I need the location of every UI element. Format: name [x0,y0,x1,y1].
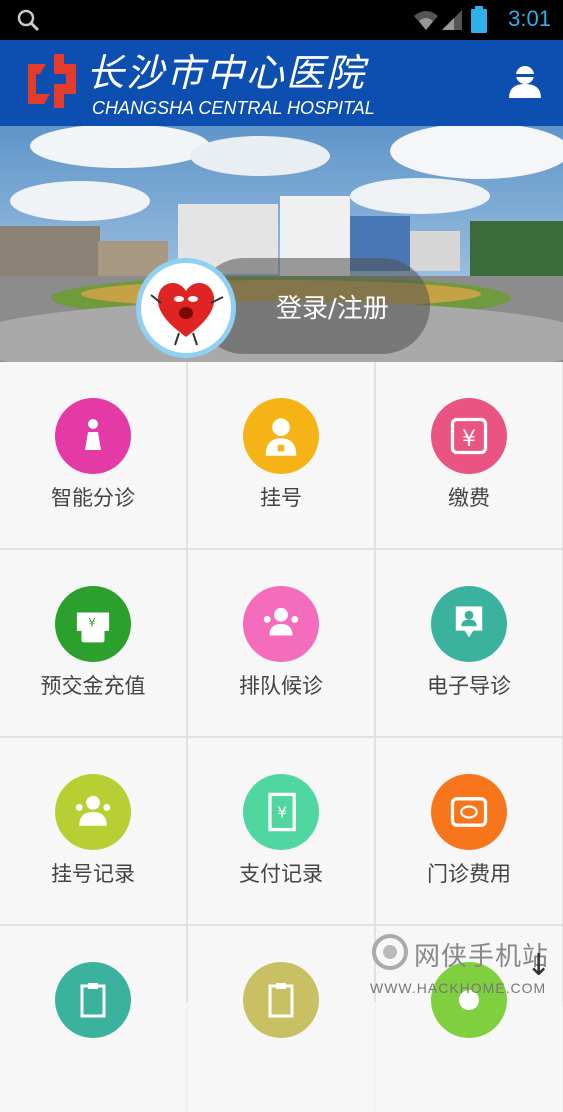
card-icon [431,774,507,850]
user-profile-icon[interactable] [507,64,543,100]
menu-item[interactable]: 电子导诊 [376,550,562,736]
wallet-icon: ¥ [55,586,131,662]
login-register-label: 登录/注册 [276,294,389,324]
menu-grid: 智能分诊 挂号 ¥ 缴费 ¥ 预交金充值 排队候诊 电子导诊挂号记录 ¥ 支付记录 门诊费用 [0,362,563,1112]
menu-item[interactable]: 挂号 [188,362,374,548]
scroll-down-arrow-icon[interactable]: ↓ [526,948,551,983]
clipboard-icon [243,962,319,1038]
people-icon [55,774,131,850]
woman-icon [55,398,131,474]
doctor-icon [243,398,319,474]
status-bar: 3:01 [0,0,563,40]
menu-item[interactable]: ¥ 支付记录 [188,738,374,924]
battery-icon [471,6,487,33]
menu-item-label: 排队候诊 [239,674,323,698]
menu-item[interactable]: 门诊费用 [376,738,562,924]
location-guide-icon [431,586,507,662]
heart-mascot-icon [150,282,224,346]
avatar [136,258,236,358]
menu-item-label: 电子导诊 [427,674,511,698]
svg-text:¥: ¥ [462,427,476,452]
menu-item[interactable]: 排队候诊 [188,550,374,736]
menu-item-label: 门诊费用 [427,862,511,886]
menu-item-label: 缴费 [448,486,490,510]
menu-item[interactable]: ¥ 缴费 [376,362,562,548]
login-register-button[interactable]: 登录/注册 [136,258,430,358]
search-icon[interactable] [16,8,40,32]
wifi-icon [414,11,438,30]
queue-icon [243,586,319,662]
hospital-name-cn: 长沙市中心医院 [86,51,367,95]
menu-item[interactable]: ¥ 预交金充值 [0,550,186,736]
hospital-logo-icon [28,54,76,108]
watermark-url: WWW.HACKHOME.COM [370,980,547,996]
menu-item[interactable] [188,926,374,1112]
menu-item-label: 挂号 [260,486,302,510]
app-header: 长沙市中心医院 CHANGSHA CENTRAL HOSPITAL [0,40,563,126]
menu-item-label: 挂号记录 [51,862,135,886]
menu-item-label: 预交金充值 [40,674,146,698]
signal-icon [442,10,462,30]
menu-item-label: 智能分诊 [51,486,135,510]
watermark-logo-icon [372,934,408,970]
yen-icon: ¥ [431,398,507,474]
clock-time: 3:01 [508,6,551,31]
svg-text:¥: ¥ [277,804,287,822]
menu-item-label: 支付记录 [239,862,323,886]
receipt-icon: ¥ [243,774,319,850]
hospital-name-en: CHANGSHA CENTRAL HOSPITAL [92,98,375,118]
clipboard-icon [55,962,131,1038]
menu-item[interactable]: 智能分诊 [0,362,186,548]
menu-item[interactable] [0,926,186,1112]
svg-text:¥: ¥ [88,615,95,629]
menu-item[interactable]: 挂号记录 [0,738,186,924]
